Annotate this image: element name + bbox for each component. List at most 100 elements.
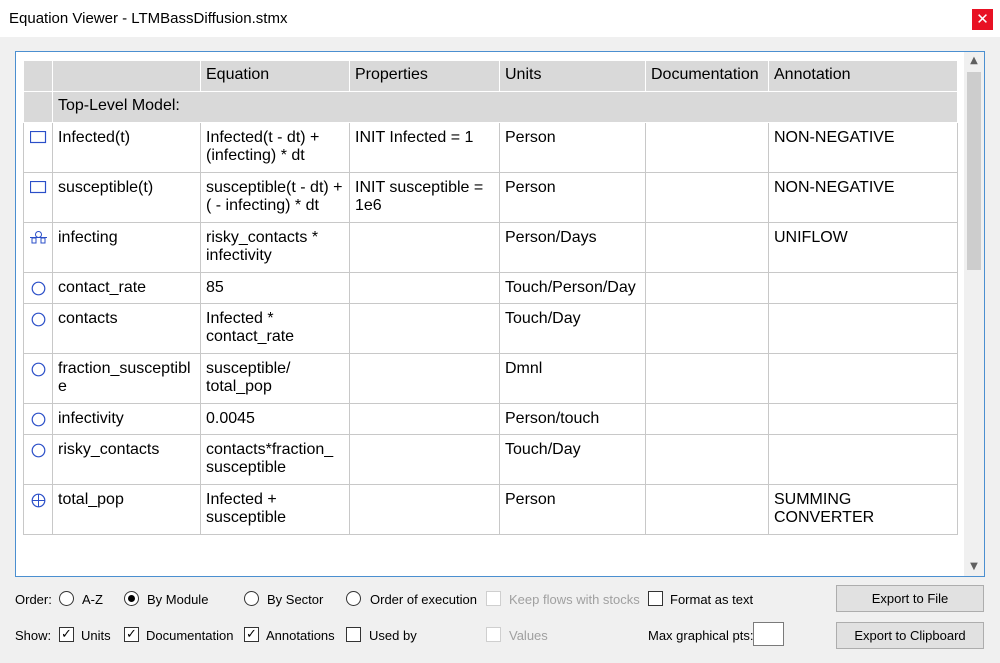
row-annotation (768, 434, 958, 485)
row-equation: Infected + susceptible (200, 484, 350, 535)
checkmark-icon: ✓ (126, 627, 137, 642)
row-units: Person (499, 484, 646, 535)
window-title: Equation Viewer - LTMBassDiffusion.stmx (9, 10, 288, 27)
row-units: Person/touch (499, 403, 646, 435)
order-execution-label[interactable]: Order of execution (370, 592, 477, 607)
header-properties[interactable]: Properties (349, 60, 500, 92)
checkmark-icon: ✓ (61, 627, 72, 642)
equation-table: Equation Properties Units Documentation … (23, 60, 958, 535)
order-by-module-label[interactable]: By Module (147, 592, 208, 607)
header-units[interactable]: Units (499, 60, 646, 92)
row-properties (349, 303, 500, 354)
order-by-sector-radio[interactable] (244, 591, 259, 606)
checkmark-icon: ✓ (246, 627, 257, 642)
table-row[interactable]: risky_contacts contacts*fraction_ suscep… (23, 434, 958, 485)
show-label: Show: (15, 628, 52, 643)
row-documentation (645, 353, 769, 404)
row-name: total_pop (52, 484, 201, 535)
table-row[interactable]: infectivity 0.0045 Person/touch (23, 403, 958, 435)
row-name: contact_rate (52, 272, 201, 304)
row-units: Dmnl (499, 353, 646, 404)
converter-icon (31, 281, 46, 301)
table-row[interactable]: fraction_susceptible susceptible/ total_… (23, 353, 958, 404)
row-units: Person (499, 172, 646, 223)
row-documentation (645, 484, 769, 535)
row-properties (349, 434, 500, 485)
annotations-label[interactable]: Annotations (266, 628, 335, 643)
header-name-col[interactable] (52, 60, 201, 92)
annotations-checkbox[interactable]: ✓ (244, 627, 259, 642)
header-documentation[interactable]: Documentation (645, 60, 769, 92)
scroll-down-icon[interactable]: ▼ (964, 558, 984, 576)
vertical-scrollbar[interactable]: ▲ ▼ (964, 52, 984, 576)
title-bar: Equation Viewer - LTMBassDiffusion.stmx … (0, 0, 1000, 38)
values-checkbox[interactable] (486, 627, 501, 642)
header-icon-col[interactable] (23, 60, 53, 92)
row-equation: susceptible(t - dt) + ( - infecting) * d… (200, 172, 350, 223)
values-label: Values (509, 628, 548, 643)
row-documentation (645, 303, 769, 354)
order-az-label[interactable]: A-Z (82, 592, 103, 607)
row-annotation (768, 303, 958, 354)
order-az-radio[interactable] (59, 591, 74, 606)
keep-flows-checkbox[interactable] (486, 591, 501, 606)
stock-icon (29, 130, 47, 149)
converter-icon (31, 443, 46, 463)
row-name: fraction_susceptible (52, 353, 201, 404)
row-annotation: SUMMING CONVERTER (768, 484, 958, 535)
header-row: Equation Properties Units Documentation … (23, 60, 958, 92)
table-row[interactable]: infecting risky_contacts * infectivity P… (23, 222, 958, 273)
order-execution-radio[interactable] (346, 591, 361, 606)
converter-icon (31, 412, 46, 432)
row-equation: risky_contacts * infectivity (200, 222, 350, 273)
section-blank (23, 91, 53, 123)
format-text-label[interactable]: Format as text (670, 592, 753, 607)
table-row[interactable]: susceptible(t) susceptible(t - dt) + ( -… (23, 172, 958, 223)
row-documentation (645, 272, 769, 304)
documentation-label[interactable]: Documentation (146, 628, 233, 643)
max-pts-input[interactable] (753, 622, 784, 646)
row-documentation (645, 222, 769, 273)
scroll-up-icon[interactable]: ▲ (964, 52, 984, 70)
table-row[interactable]: total_pop Infected + susceptible Person … (23, 484, 958, 535)
table-row[interactable]: Infected(t) Infected(t - dt) + (infectin… (23, 122, 958, 173)
close-icon: ✕ (976, 10, 989, 28)
format-text-checkbox[interactable] (648, 591, 663, 606)
row-units: Touch/Day (499, 303, 646, 354)
documentation-checkbox[interactable]: ✓ (124, 627, 139, 642)
order-label: Order: (15, 592, 52, 607)
row-properties (349, 484, 500, 535)
row-equation: Infected(t - dt) + (infecting) * dt (200, 122, 350, 173)
converter-icon (31, 362, 46, 382)
row-annotation (768, 403, 958, 435)
row-equation: Infected * contact_rate (200, 303, 350, 354)
row-name: contacts (52, 303, 201, 354)
row-annotation: NON-NEGATIVE (768, 172, 958, 223)
units-checkbox[interactable]: ✓ (59, 627, 74, 642)
row-units: Touch/Person/Day (499, 272, 646, 304)
export-file-button[interactable]: Export to File (836, 585, 984, 612)
close-button[interactable]: ✕ (972, 9, 993, 30)
row-name: infecting (52, 222, 201, 273)
order-by-module-radio[interactable] (124, 591, 139, 606)
summing-converter-icon (31, 493, 46, 513)
converter-icon (31, 312, 46, 332)
used-by-label[interactable]: Used by (369, 628, 417, 643)
header-equation[interactable]: Equation (200, 60, 350, 92)
export-clipboard-button[interactable]: Export to Clipboard (836, 622, 984, 649)
scroll-thumb[interactable] (967, 72, 981, 270)
stock-icon (29, 180, 47, 199)
order-by-sector-label[interactable]: By Sector (267, 592, 323, 607)
row-properties (349, 272, 500, 304)
row-equation: 0.0045 (200, 403, 350, 435)
used-by-checkbox[interactable] (346, 627, 361, 642)
table-row[interactable]: contact_rate 85 Touch/Person/Day (23, 272, 958, 304)
flow-icon (29, 231, 47, 249)
row-equation: susceptible/ total_pop (200, 353, 350, 404)
row-properties: INIT Infected = 1 (349, 122, 500, 173)
table-row[interactable]: contacts Infected * contact_rate Touch/D… (23, 303, 958, 354)
row-properties (349, 353, 500, 404)
header-annotation[interactable]: Annotation (768, 60, 958, 92)
units-label[interactable]: Units (81, 628, 111, 643)
row-annotation: NON-NEGATIVE (768, 122, 958, 173)
